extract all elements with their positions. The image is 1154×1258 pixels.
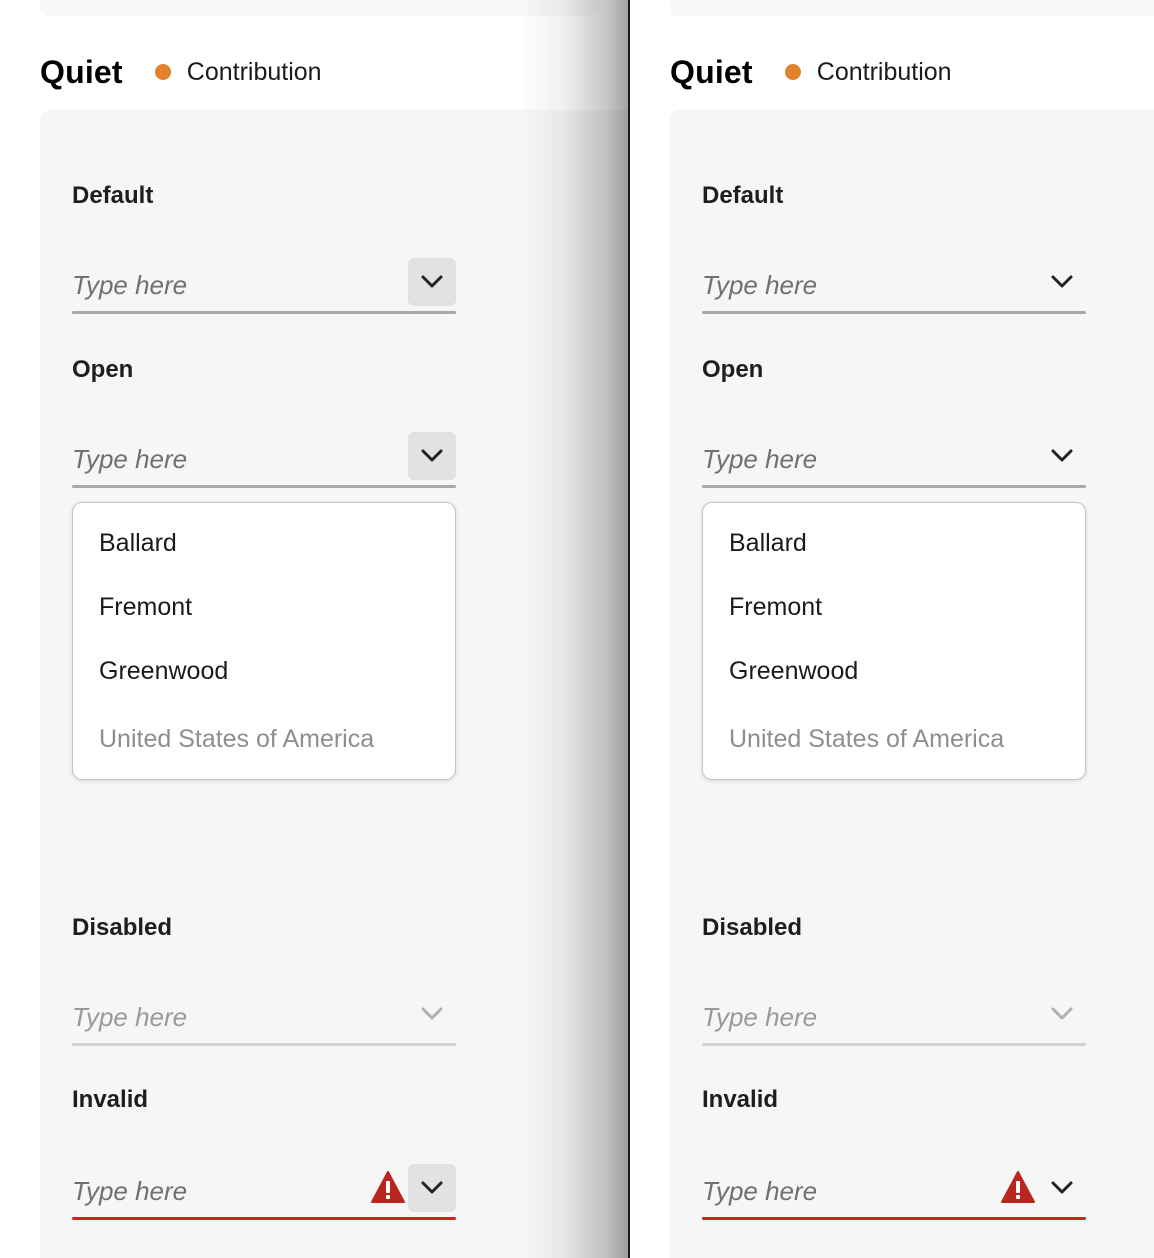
top-strip <box>40 0 600 16</box>
default-dropdown-button[interactable] <box>408 258 456 306</box>
default-underline <box>702 311 1086 314</box>
disabled-input: Type here <box>702 1002 818 1032</box>
chevron-down-icon <box>1051 1181 1073 1194</box>
panel-header: Quiet Contribution <box>40 52 322 92</box>
open-underline <box>72 485 456 488</box>
variant-title: Quiet <box>670 53 753 90</box>
open-combobox[interactable]: Type here <box>702 432 1086 488</box>
chevron-down-icon <box>1051 275 1073 288</box>
panel-shadow <box>520 0 628 1258</box>
default-input[interactable]: Type here <box>702 270 817 301</box>
menu-item-ballard[interactable]: Ballard <box>729 529 807 558</box>
open-input[interactable]: Type here <box>72 444 187 475</box>
disabled-combobox: Type here <box>72 990 456 1046</box>
open-label: Open <box>702 356 764 383</box>
contribution-tag: Contribution <box>186 57 322 86</box>
contribution-dot-icon <box>154 64 171 80</box>
menu-item-greenwood[interactable]: Greenwood <box>99 657 228 686</box>
examples-card: Default Type here Open Type here Ballard… <box>670 110 1154 1258</box>
panel-header: Quiet Contribution <box>670 52 952 92</box>
open-combobox[interactable]: Type here <box>72 432 456 488</box>
dropdown-menu: Ballard Fremont Greenwood United States … <box>72 502 456 780</box>
default-label: Default <box>702 182 784 209</box>
invalid-combobox[interactable]: Type here <box>72 1164 456 1220</box>
invalid-combobox[interactable]: Type here <box>702 1164 1086 1220</box>
menu-item-united-states: United States of America <box>99 725 375 753</box>
right-panel: Quiet Contribution Default Type here Ope… <box>630 0 1154 1258</box>
disabled-label: Disabled <box>702 914 803 941</box>
invalid-dropdown-button[interactable] <box>1038 1164 1086 1212</box>
disabled-input: Type here <box>72 1002 188 1032</box>
invalid-underline <box>702 1217 1086 1220</box>
default-underline <box>72 311 456 314</box>
invalid-input[interactable]: Type here <box>72 1176 187 1207</box>
invalid-label: Invalid <box>702 1086 779 1113</box>
default-dropdown-button[interactable] <box>1038 258 1086 306</box>
default-combobox[interactable]: Type here <box>72 258 456 314</box>
disabled-dropdown-button <box>408 990 456 1038</box>
dropdown-menu: Ballard Fremont Greenwood United States … <box>702 502 1086 780</box>
alert-icon <box>371 1171 405 1203</box>
default-label: Default <box>72 182 154 209</box>
chevron-down-icon <box>421 275 443 288</box>
menu-item-greenwood[interactable]: Greenwood <box>729 657 858 686</box>
invalid-dropdown-button[interactable] <box>408 1164 456 1212</box>
disabled-combobox: Type here <box>702 990 1086 1046</box>
chevron-down-icon <box>1051 449 1073 462</box>
invalid-label: Invalid <box>72 1086 149 1113</box>
default-combobox[interactable]: Type here <box>702 258 1086 314</box>
alert-icon <box>1001 1171 1035 1203</box>
disabled-label: Disabled <box>72 914 173 941</box>
invalid-input[interactable]: Type here <box>702 1176 817 1207</box>
disabled-dropdown-button <box>1038 990 1086 1038</box>
default-input[interactable]: Type here <box>72 270 187 301</box>
contribution-dot-icon <box>784 64 801 80</box>
variant-title: Quiet <box>40 53 123 90</box>
top-strip <box>670 0 1154 16</box>
menu-item-ballard[interactable]: Ballard <box>99 529 177 558</box>
invalid-underline <box>72 1217 456 1220</box>
open-input[interactable]: Type here <box>702 444 817 475</box>
disabled-underline <box>702 1043 1086 1046</box>
chevron-down-icon <box>1051 1007 1073 1020</box>
menu-item-fremont[interactable]: Fremont <box>729 593 822 622</box>
open-dropdown-button[interactable] <box>1038 432 1086 480</box>
open-label: Open <box>72 356 134 383</box>
contribution-tag: Contribution <box>816 57 952 86</box>
menu-item-united-states: United States of America <box>729 725 1005 753</box>
open-dropdown-button[interactable] <box>408 432 456 480</box>
open-underline <box>702 485 1086 488</box>
disabled-underline <box>72 1043 456 1046</box>
left-panel: Quiet Contribution Default Type here Ope… <box>0 0 630 1258</box>
chevron-down-icon <box>421 1007 443 1020</box>
chevron-down-icon <box>421 449 443 462</box>
menu-item-fremont[interactable]: Fremont <box>99 593 192 622</box>
chevron-down-icon <box>421 1181 443 1194</box>
